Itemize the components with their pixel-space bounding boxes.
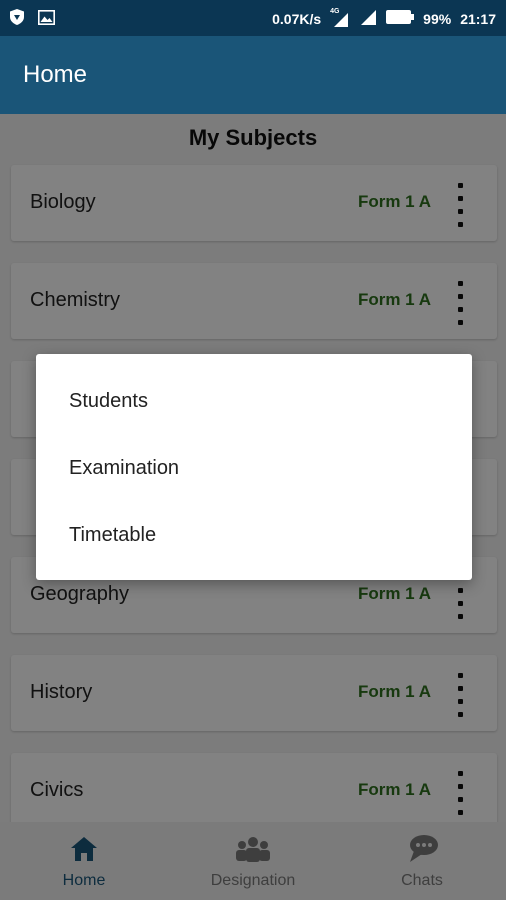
network-speed: 0.07K/s [272,10,322,27]
status-bar: 0.07K/s 4G 99% 21:17 [0,0,506,36]
battery-percent: 99% [423,10,452,27]
page-title: Home [23,61,88,88]
menu-item-label: Timetable [69,524,157,546]
image-notification-icon [38,9,55,30]
menu-item-label: Students [69,390,148,412]
menu-item-students[interactable]: Students [36,368,472,434]
signal-icon [359,9,377,28]
app-bar: Home [0,36,506,114]
menu-item-examination[interactable]: Examination [36,435,472,501]
shield-icon [10,9,24,30]
clock: 21:17 [460,10,496,27]
menu-item-label: Examination [69,457,180,479]
subject-options-menu: Students Examination Timetable [36,354,472,580]
menu-item-timetable[interactable]: Timetable [36,502,472,568]
battery-icon [386,10,415,27]
signal-4g-icon: 4G [330,8,350,27]
